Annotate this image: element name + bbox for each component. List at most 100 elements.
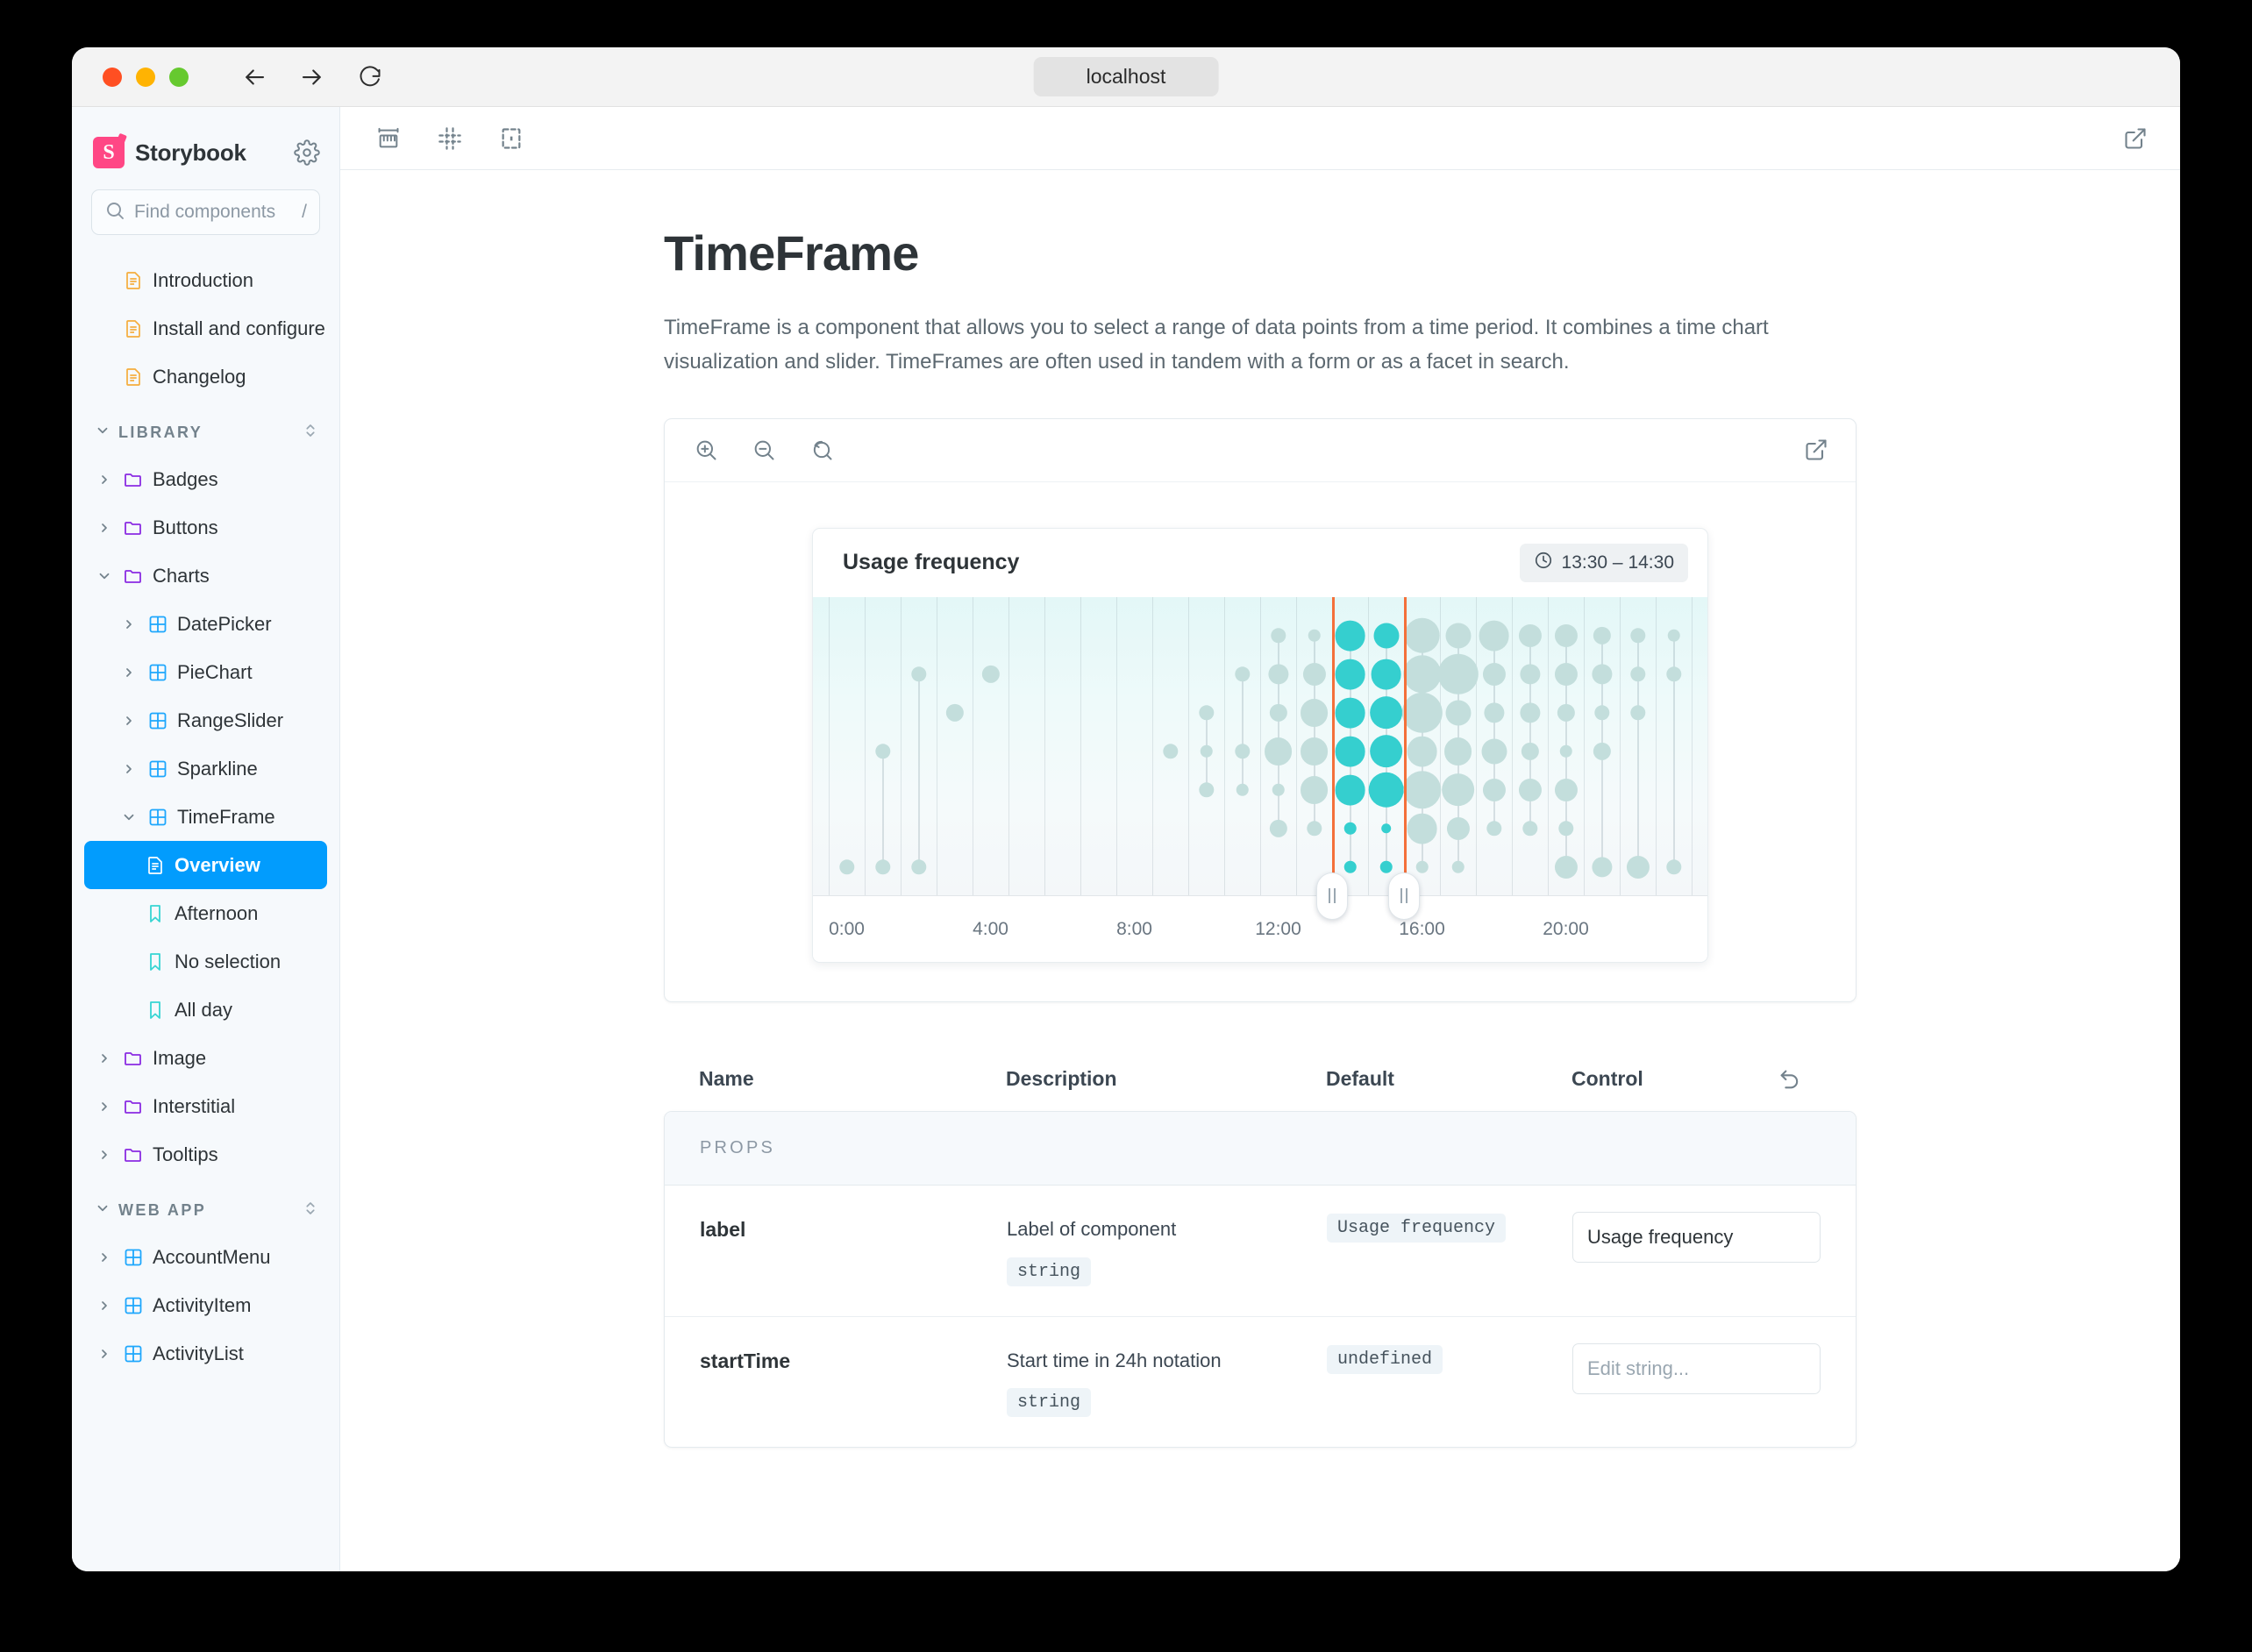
- chart-dot: [1381, 823, 1392, 834]
- chart-dot: [1301, 776, 1329, 804]
- sidebar-item-changelog[interactable]: Changelog: [84, 352, 327, 401]
- sidebar-item-interstitial[interactable]: Interstitial: [84, 1082, 327, 1130]
- minimize-window-button[interactable]: [136, 68, 155, 87]
- grid-icon[interactable]: [435, 124, 465, 153]
- zoom-reset-icon[interactable]: [807, 435, 837, 465]
- close-window-button[interactable]: [103, 68, 122, 87]
- range-handle-start[interactable]: [1316, 872, 1348, 920]
- sidebar-item-afternoon[interactable]: Afternoon: [84, 889, 327, 937]
- sidebar-item-activitylist[interactable]: ActivityList: [84, 1329, 327, 1378]
- sidebar-item-accountmenu[interactable]: AccountMenu: [84, 1233, 327, 1281]
- app-body: S Storybook Find components /: [72, 107, 2180, 1571]
- external-link-icon[interactable]: [2120, 124, 2150, 153]
- sidebar-item-activityitem[interactable]: ActivityItem: [84, 1281, 327, 1329]
- chart-dot: [1451, 861, 1465, 874]
- sidebar-item-image[interactable]: Image: [84, 1034, 327, 1082]
- chart-dot: [1308, 630, 1321, 643]
- section-label: WEB APP: [118, 1201, 206, 1220]
- component-icon: [146, 710, 169, 731]
- component-icon: [146, 807, 169, 828]
- chevron-right-icon: [95, 521, 114, 535]
- timeframe-component[interactable]: Usage frequency 13:30 – 14:30: [812, 528, 1708, 963]
- preview-canvas: Usage frequency 13:30 – 14:30: [665, 482, 1856, 1001]
- prop-default: Usage frequency: [1327, 1214, 1506, 1243]
- chart-dot: [1407, 736, 1437, 766]
- timeframe-chart[interactable]: [813, 597, 1707, 895]
- sidebar-item-datepicker[interactable]: DatePicker: [84, 600, 327, 648]
- external-link-icon[interactable]: [1801, 435, 1831, 465]
- chart-dot: [1368, 772, 1404, 808]
- control-input-starttime[interactable]: [1572, 1343, 1821, 1394]
- chart-dot: [1445, 700, 1471, 725]
- search-input[interactable]: Find components /: [91, 189, 320, 235]
- chart-dot: [1446, 817, 1469, 840]
- gridline: [1656, 597, 1657, 895]
- sidebar-item-buttons[interactable]: Buttons: [84, 503, 327, 552]
- chart-dot: [1379, 861, 1393, 874]
- sidebar-tree: Introduction Install and configure: [72, 256, 339, 1378]
- sidebar-item-rangeslider[interactable]: RangeSlider: [84, 696, 327, 744]
- sidebar-item-label: Buttons: [153, 516, 218, 539]
- window-controls[interactable]: [103, 68, 189, 87]
- bookmark-icon: [144, 1000, 167, 1021]
- sidebar-item-label: Overview: [175, 854, 260, 877]
- sidebar-item-label: Tooltips: [153, 1143, 218, 1166]
- sidebar-item-label: No selection: [175, 951, 281, 973]
- ruler-icon[interactable]: [374, 124, 403, 153]
- chart-dot: [1554, 663, 1577, 686]
- expand-all-icon[interactable]: [303, 1200, 318, 1221]
- browser-window: localhost S Storybook Find components: [72, 47, 2180, 1571]
- folder-icon: [122, 469, 145, 490]
- sidebar-item-badges[interactable]: Badges: [84, 455, 327, 503]
- sidebar-item-charts[interactable]: Charts: [84, 552, 327, 600]
- sidebar-item-tooltips[interactable]: Tooltips: [84, 1130, 327, 1178]
- selection-end-marker[interactable]: [1404, 597, 1407, 895]
- gridline: [1044, 597, 1045, 895]
- prop-default-cell: Usage frequency: [1327, 1212, 1572, 1243]
- expand-all-icon[interactable]: [303, 423, 318, 443]
- control-input-label[interactable]: [1572, 1212, 1821, 1263]
- chevron-right-icon: [119, 666, 139, 680]
- folder-icon: [122, 1096, 145, 1117]
- sidebar-section-library[interactable]: LIBRARY: [84, 409, 327, 455]
- arrow-right-icon[interactable]: [299, 64, 325, 90]
- arrow-left-icon[interactable]: [241, 64, 267, 90]
- sidebar-item-introduction[interactable]: Introduction: [84, 256, 327, 304]
- sidebar-item-overview[interactable]: Overview: [84, 841, 327, 889]
- sidebar-item-no-selection[interactable]: No selection: [84, 937, 327, 986]
- component-icon: [122, 1247, 145, 1268]
- sidebar-item-piechart[interactable]: PieChart: [84, 648, 327, 696]
- sidebar-item-sparkline[interactable]: Sparkline: [84, 744, 327, 793]
- page-title: TimeFrame: [664, 224, 1856, 281]
- chart-dot: [1554, 856, 1577, 879]
- gridline: [1512, 597, 1513, 895]
- column-stem: [882, 751, 884, 867]
- sidebar-item-timeframe[interactable]: TimeFrame: [84, 793, 327, 841]
- address-bar[interactable]: localhost: [1034, 57, 1219, 97]
- component-icon: [122, 1343, 145, 1364]
- preview-toolbar: [665, 419, 1856, 482]
- chart-dot: [1370, 696, 1403, 730]
- document-icon: [122, 270, 145, 291]
- sidebar-section-web-app[interactable]: WEB APP: [84, 1187, 327, 1233]
- chart-dot: [1265, 737, 1293, 765]
- gear-icon[interactable]: [294, 139, 320, 166]
- zoom-in-icon[interactable]: [691, 435, 721, 465]
- selection-start-marker[interactable]: [1332, 597, 1335, 895]
- sidebar-item-install-and-configure[interactable]: Install and configure: [84, 304, 327, 352]
- zoom-out-icon[interactable]: [749, 435, 779, 465]
- column-stem: [918, 674, 920, 867]
- chart-dot: [1373, 623, 1399, 648]
- sidebar-item-label: Badges: [153, 468, 218, 491]
- sidebar-item-all-day[interactable]: All day: [84, 986, 327, 1034]
- range-handle-end[interactable]: [1388, 872, 1420, 920]
- chart-dot: [1343, 861, 1357, 874]
- maximize-window-button[interactable]: [169, 68, 189, 87]
- chart-dot: [1518, 624, 1541, 647]
- column-header-control: Control: [1571, 1067, 1778, 1091]
- outline-icon[interactable]: [496, 124, 526, 153]
- reset-icon[interactable]: [1778, 1067, 1802, 1092]
- sidebar-item-label: Introduction: [153, 269, 253, 292]
- axis-tick-label: 4:00: [973, 919, 1008, 940]
- reload-icon[interactable]: [357, 64, 383, 90]
